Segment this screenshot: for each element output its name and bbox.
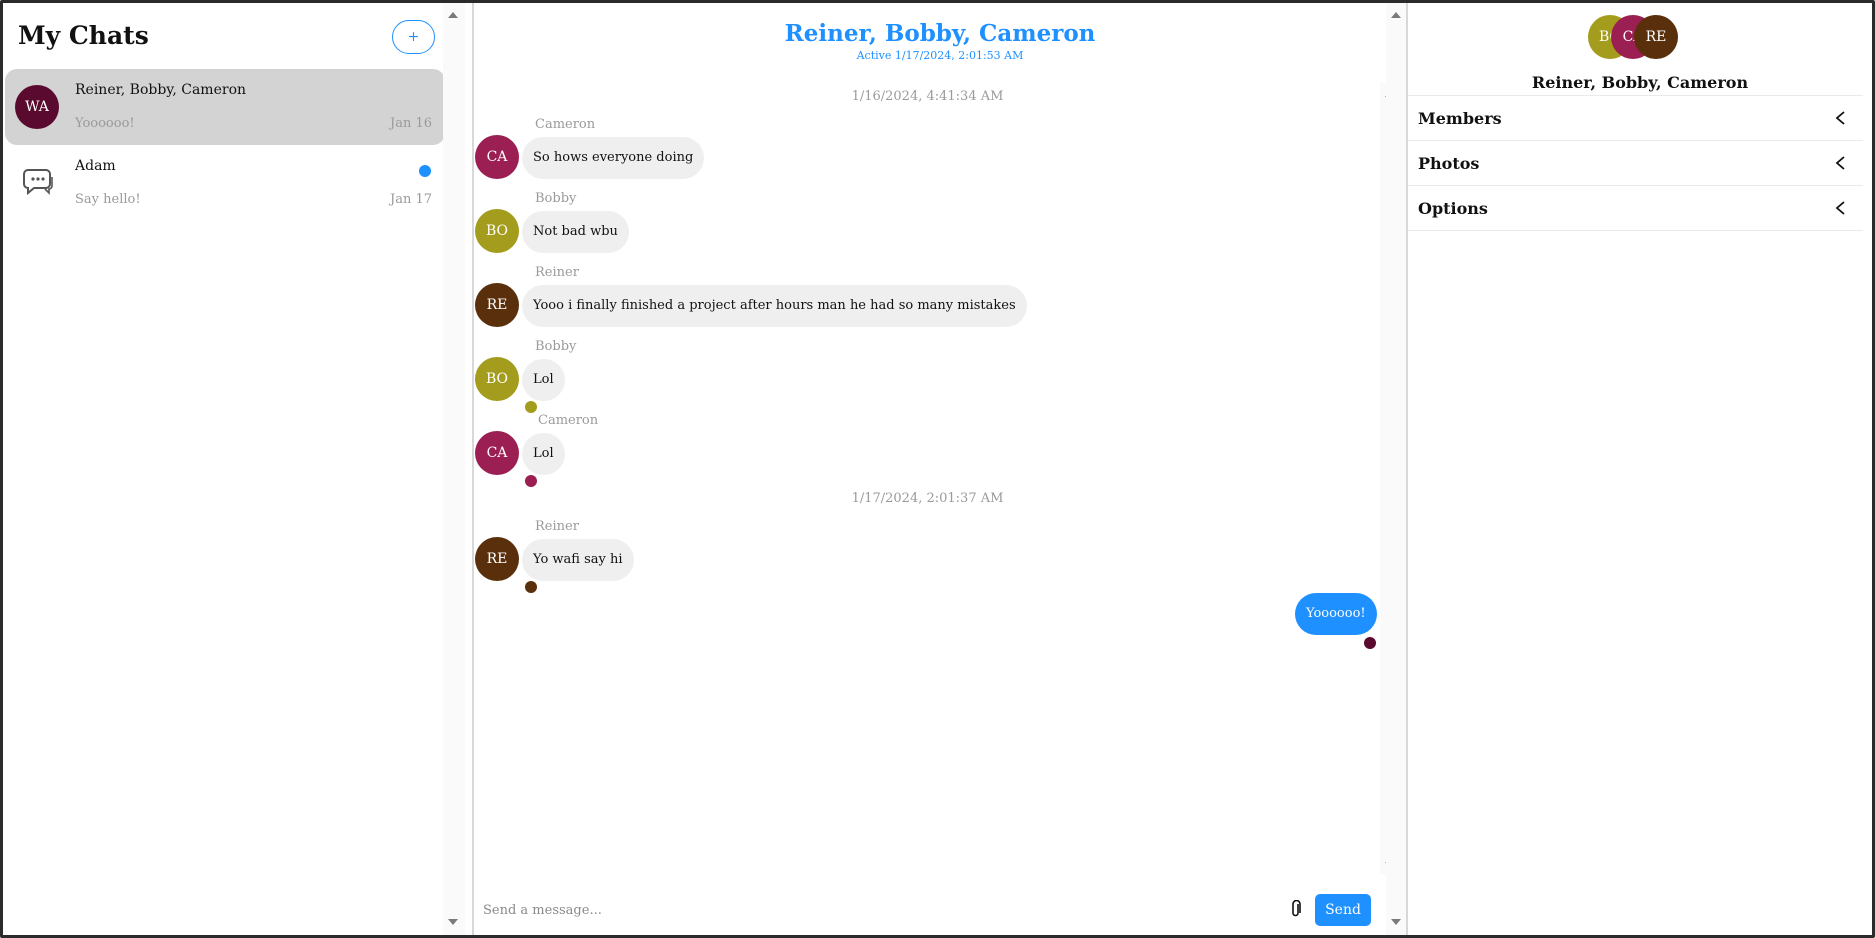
conversation-scrollbar[interactable] — [1386, 3, 1408, 935]
chat-preview: Yoooooo! — [75, 116, 135, 131]
avatar: WA — [15, 85, 59, 129]
message-bubble: Yooo i finally finished a project after … — [522, 285, 1027, 327]
section-label: Members — [1418, 109, 1502, 128]
message-bubble: So hows everyone doing — [522, 137, 705, 179]
send-button[interactable]: Send — [1315, 894, 1371, 926]
chat-bubbles-icon — [23, 169, 53, 196]
scroll-up-arrow-icon[interactable] — [448, 12, 458, 18]
chat-list-pane: My Chats + WA Reiner, Bobby, Cameron Yoo… — [3, 3, 473, 935]
chat-preview: Say hello! — [75, 192, 141, 207]
avatar: BO — [475, 209, 519, 253]
message-bubble: Not bad wbu — [522, 211, 629, 253]
conversation-title: Reiner, Bobby, Cameron — [784, 20, 1096, 47]
avatar: RE — [1634, 15, 1678, 59]
chat-details-pane: BO CA RE Reiner, Bobby, Cameron Members … — [1408, 3, 1872, 935]
avatar: CA — [475, 135, 519, 179]
my-message-bubble: Yoooooo! — [1295, 593, 1377, 635]
chat-item-adam[interactable]: Adam Say hello! Jan 17 — [5, 145, 445, 221]
message-timestamp: 1/17/2024, 2:01:37 AM — [851, 491, 1004, 506]
page-title: My Chats — [18, 21, 149, 50]
section-label: Options — [1418, 199, 1488, 218]
scroll-down-arrow-icon[interactable] — [448, 919, 458, 925]
section-label: Photos — [1418, 154, 1480, 173]
paperclip-icon[interactable] — [1290, 900, 1302, 918]
message-sender: Reiner — [535, 265, 579, 280]
chat-date: Jan 16 — [389, 116, 432, 131]
options-section[interactable]: Options — [1408, 186, 1863, 231]
message-sender: Bobby — [535, 191, 577, 206]
chat-date: Jan 17 — [389, 192, 432, 207]
message-composer: Send — [475, 891, 1380, 929]
read-receipt-dot — [525, 401, 537, 413]
avatar: RE — [475, 283, 519, 327]
avatar: RE — [475, 537, 519, 581]
group-name: Reiner, Bobby, Cameron — [1531, 73, 1749, 92]
chevron-left-icon[interactable] — [1833, 110, 1849, 126]
chat-name: Adam — [75, 158, 116, 174]
members-section[interactable]: Members — [1408, 96, 1863, 141]
scroll-up-arrow-icon[interactable] — [1391, 12, 1401, 18]
message-sender: Cameron — [538, 413, 599, 428]
unread-indicator — [419, 165, 431, 177]
avatar: BO — [475, 357, 519, 401]
avatar: CA — [475, 431, 519, 475]
read-receipt-dot — [525, 475, 537, 487]
message-sender: Reiner — [535, 519, 579, 534]
new-chat-button[interactable]: + — [392, 20, 435, 54]
chevron-left-icon[interactable] — [1833, 200, 1849, 216]
scroll-down-arrow-icon[interactable] — [1391, 919, 1401, 925]
chat-list: WA Reiner, Bobby, Cameron Yoooooo! Jan 1… — [5, 69, 445, 221]
message-bubble: Yo wafi say hi — [522, 539, 634, 581]
chat-list-scrollbar[interactable] — [443, 3, 465, 935]
chat-name: Reiner, Bobby, Cameron — [75, 82, 247, 98]
message-bubble: Lol — [522, 433, 565, 475]
conversation-status: Active 1/17/2024, 2:01:53 AM — [856, 49, 1024, 62]
chat-list-header: My Chats + — [18, 17, 455, 61]
details-section-list: Members Photos Options — [1408, 95, 1863, 231]
message-sender: Cameron — [535, 117, 596, 132]
message-input[interactable] — [483, 895, 1123, 925]
message-sender: Bobby — [535, 339, 577, 354]
conversation-pane: Reiner, Bobby, Cameron Active 1/17/2024,… — [475, 3, 1405, 935]
read-receipt-dot — [1364, 637, 1376, 649]
message-timestamp: 1/16/2024, 4:41:34 AM — [851, 89, 1004, 104]
read-receipt-dot — [525, 581, 537, 593]
group-avatar-stack: BO CA RE — [1588, 15, 1688, 61]
message-list: 1/16/2024, 4:41:34 AM Cameron CA So hows… — [475, 83, 1380, 873]
photos-section[interactable]: Photos — [1408, 141, 1863, 186]
pane-divider — [472, 3, 474, 935]
chevron-left-icon[interactable] — [1833, 155, 1849, 171]
chat-item-group[interactable]: WA Reiner, Bobby, Cameron Yoooooo! Jan 1… — [5, 69, 445, 145]
message-bubble: Lol — [522, 359, 565, 401]
